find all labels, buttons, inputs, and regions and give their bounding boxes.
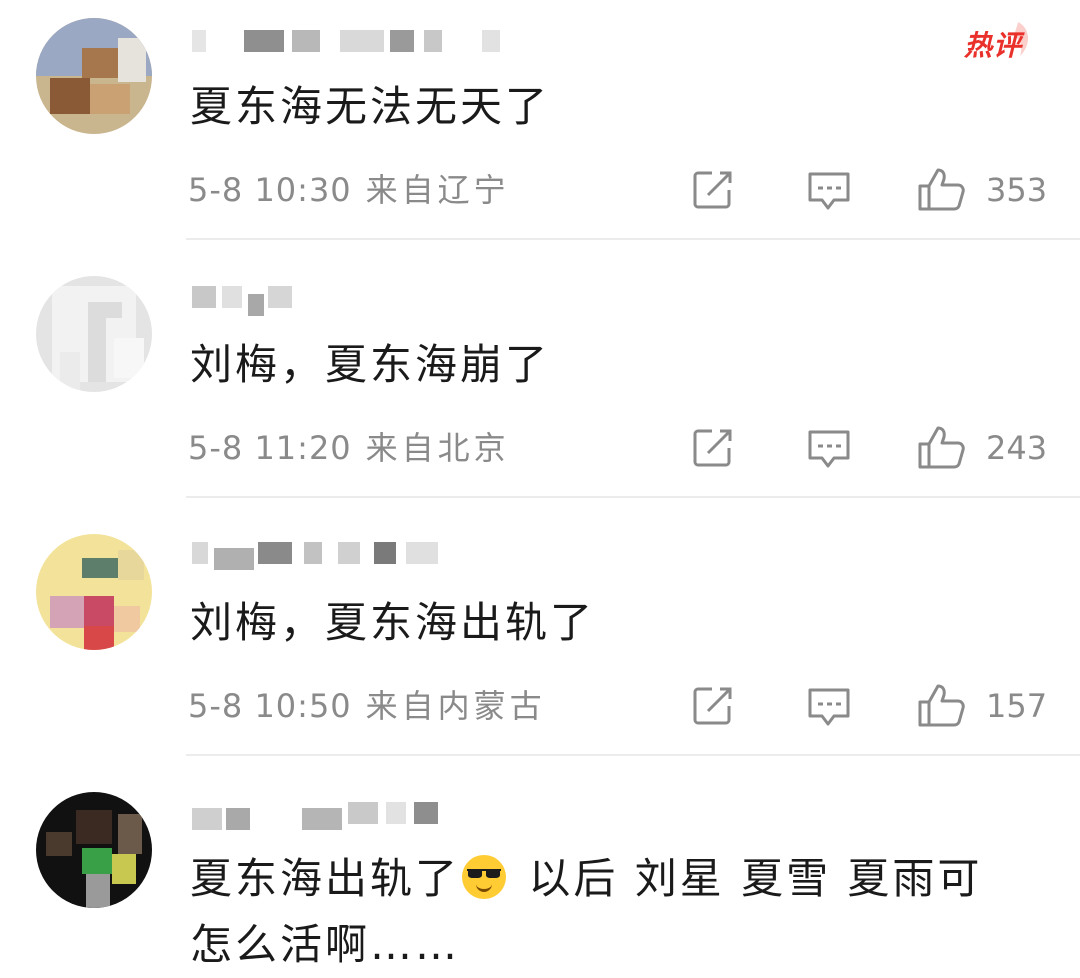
- divider: [186, 496, 1080, 498]
- comment-time: 5-8 11:20: [188, 429, 352, 467]
- comment-bubble-icon: [808, 688, 850, 726]
- comment-meta: 5-8 11:20 来自北京: [188, 428, 510, 468]
- thumbs-up-icon: [918, 426, 965, 469]
- reply-button[interactable]: [806, 168, 852, 212]
- like-button[interactable]: [916, 166, 966, 211]
- like-count: 353: [986, 171, 1048, 209]
- edit-share-icon: [693, 687, 732, 725]
- divider: [186, 238, 1080, 240]
- avatar[interactable]: [36, 792, 152, 908]
- comment-meta: 5-8 10:50 来自内蒙古: [188, 686, 546, 726]
- comment-bubble-icon: [808, 430, 850, 468]
- avatar[interactable]: [36, 534, 152, 650]
- avatar[interactable]: [36, 18, 152, 134]
- thumbs-up-icon: [918, 684, 965, 727]
- share-button[interactable]: [692, 684, 736, 728]
- thumbs-up-icon: [918, 168, 965, 211]
- like-button[interactable]: [916, 424, 966, 469]
- comment-text: 夏东海无法无天了: [190, 82, 551, 131]
- comment-meta: 5-8 10:30 来自辽宁: [188, 170, 510, 210]
- comment-location: 来自北京: [365, 429, 510, 467]
- comment-time: 5-8 10:50: [188, 687, 352, 725]
- edit-share-icon: [693, 429, 732, 467]
- like-button[interactable]: [916, 682, 966, 727]
- comment-bubble-icon: [808, 172, 850, 210]
- edit-share-icon: [693, 171, 732, 209]
- comment-text: 刘梅，夏东海出轨了: [190, 598, 596, 647]
- hot-comment-badge: 热评: [960, 18, 1036, 62]
- smiling-face-with-sunglasses-icon: [462, 855, 507, 899]
- comment-text-part: 夏东海出轨了: [190, 854, 461, 903]
- hot-label: 热评: [964, 29, 1023, 62]
- like-count: 243: [986, 429, 1048, 467]
- like-count: 157: [986, 687, 1048, 725]
- comment-time: 5-8 10:30: [188, 171, 352, 209]
- comment-text: 刘梅，夏东海崩了: [190, 340, 551, 389]
- reply-button[interactable]: [806, 684, 852, 728]
- comment-location: 来自辽宁: [365, 171, 510, 209]
- avatar[interactable]: [36, 276, 152, 392]
- share-button[interactable]: [692, 168, 736, 212]
- share-button[interactable]: [692, 426, 736, 470]
- reply-button[interactable]: [806, 426, 852, 470]
- divider: [186, 754, 1080, 756]
- comment-location: 来自内蒙古: [365, 687, 546, 725]
- comment-text: 夏东海出轨了 以后 刘星 夏雪 夏雨可怎么活啊……: [190, 846, 1010, 978]
